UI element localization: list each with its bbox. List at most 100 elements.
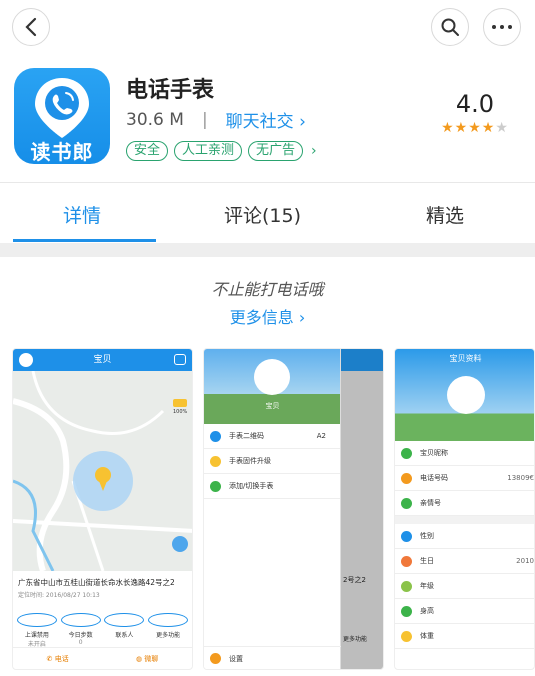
dot-icon [492, 25, 496, 29]
star-icon: ★ [441, 120, 455, 136]
rating-stars: ★★★★★ [432, 120, 518, 136]
app-icon[interactable]: 读书郎 [14, 68, 110, 164]
meta-separator: | [201, 109, 208, 130]
row-grade[interactable]: 年级 [395, 574, 534, 599]
dot-icon [500, 25, 504, 29]
s3-title: 宝贝资料 [449, 354, 482, 363]
menu-add-watch[interactable]: 添加/切换手表 [204, 474, 340, 499]
rating-value: 4.0 [455, 90, 495, 118]
star-empty-icon: ★ [495, 120, 509, 136]
s1-actions: 上课禁用 未开启 今日步数 0 联系人 更多功能 [13, 599, 192, 648]
more-info-label: 更多信息 [229, 308, 294, 327]
menu-qr-code[interactable]: 手表二维码 A2 [204, 424, 340, 449]
s1-address: 广东省中山市五桂山街道长命水长逸路42号之2 [18, 578, 175, 587]
menu-settings[interactable]: 设置 [204, 646, 341, 669]
row-birthday[interactable]: 生日 2010 [395, 549, 534, 574]
s1-header: 宝贝 [13, 349, 192, 371]
s3-gap [395, 516, 534, 524]
s1-map[interactable]: 100% [13, 371, 192, 571]
more-info-link[interactable]: 更多信息 › [0, 304, 535, 328]
tab-details[interactable]: 详情 [63, 201, 101, 228]
app-size: 30.6 M [126, 109, 184, 130]
row-height[interactable]: 身高 [395, 599, 534, 624]
star-icon: ★ [468, 120, 482, 136]
chat-icon [174, 354, 186, 365]
tab-comments[interactable]: 评论(15) [224, 201, 301, 228]
weight-icon [401, 630, 412, 642]
row-phone[interactable]: 电话号码 13809€ [395, 466, 534, 491]
star-icon: ★ [481, 120, 496, 136]
row-gender[interactable]: 性别 [395, 524, 534, 549]
back-button[interactable] [12, 8, 50, 46]
top-bar [0, 0, 535, 56]
heart-icon [401, 497, 412, 509]
qr-code-icon [210, 430, 221, 442]
app-name: 电话手表 [126, 78, 215, 103]
tag-safe: 安全 [126, 141, 169, 161]
action-contacts[interactable]: 联系人 [104, 613, 145, 648]
star-icon: ★ [454, 120, 469, 136]
chevron-left-icon [25, 17, 37, 37]
person-icon [104, 613, 145, 627]
app-category-link[interactable]: 聊天社交 › [226, 107, 306, 132]
action-class-disable[interactable]: 上课禁用 未开启 [16, 613, 57, 648]
app-tags[interactable]: 安全 人工亲测 无广告 › [126, 141, 317, 161]
screenshot-3[interactable]: 宝贝资料 宝贝昵称 电话号码 13809€ 亲情号 性别 生日 2010 年级 身高… [394, 348, 535, 670]
dot-icon [508, 25, 512, 29]
cake-icon [401, 555, 412, 567]
s1-chat-tab[interactable]: ◍ 微聊 [136, 654, 158, 664]
switch-icon [210, 480, 221, 492]
search-button[interactable] [431, 8, 469, 46]
row-family[interactable]: 亲情号 [395, 491, 534, 516]
screenshot-1[interactable]: 宝贝 100% 广东省中山市五桂山街道长命水长逸路42号之2 定位时间: 201… [12, 348, 193, 670]
s1-located-time: 定位时间: 2016/08/27 10:13 [18, 592, 100, 599]
action-more[interactable]: 更多功能 [148, 613, 189, 648]
tag-no-ads: 无广告 [248, 141, 304, 161]
more-button[interactable] [483, 8, 521, 46]
s2-peek-bar [341, 349, 383, 371]
s2-avatar-label: 宝贝 [265, 402, 280, 410]
active-tab-indicator [13, 239, 156, 242]
tab-bar: 详情 评论(15) 精选 [0, 183, 535, 243]
grade-icon [401, 580, 412, 592]
s3-header: 宝贝资料 [395, 349, 534, 441]
chat-bubble-icon: ◍ [136, 654, 143, 663]
s2-drawer: 宝贝 手表二维码 A2 手表固件升级 添加/切换手表 设置 [204, 349, 341, 669]
phone-icon: ✆ [46, 654, 53, 663]
search-icon [441, 18, 459, 36]
chevron-right-icon: › [311, 143, 317, 159]
s1-title: 宝贝 [93, 355, 112, 365]
tab-featured[interactable]: 精选 [426, 201, 464, 228]
app-rating: 4.0 ★★★★★ [432, 90, 518, 136]
row-nickname[interactable]: 宝贝昵称 [395, 441, 534, 466]
avatar [254, 359, 290, 395]
avatar-icon [19, 353, 33, 367]
app-info: 读书郎 电话手表 30.6 M | 聊天社交 › 安全 人工亲测 无广告 › 4… [0, 60, 535, 180]
app-category: 聊天社交 [225, 112, 294, 132]
gender-icon [401, 530, 412, 542]
height-icon [401, 605, 412, 617]
s2-peek-more: 更多功能 [343, 636, 368, 643]
description-slogan: 不止能打电话哦 [211, 280, 324, 299]
map-graphic [13, 371, 192, 571]
s2-peek-address: 2号之2 [343, 576, 366, 584]
settings-icon [210, 653, 221, 664]
screenshot-2[interactable]: 宝贝 手表二维码 A2 手表固件升级 添加/切换手表 设置 2号之2 更多功能 [203, 348, 384, 670]
plus-icon [148, 613, 189, 627]
tag-tested: 人工亲测 [174, 141, 243, 161]
s1-bottom-tabs: ✆ 电话 ◍ 微聊 [13, 647, 192, 669]
watch-icon [16, 613, 57, 627]
avatar [447, 376, 485, 414]
chevron-right-icon: › [299, 112, 306, 132]
shoe-icon [60, 613, 101, 627]
action-steps[interactable]: 今日步数 0 [60, 613, 101, 648]
phone-icon [401, 472, 412, 484]
menu-firmware[interactable]: 手表固件升级 [204, 449, 340, 474]
s2-peek: 2号之2 更多功能 [341, 349, 383, 669]
chevron-right-icon: › [298, 308, 306, 327]
upgrade-icon [210, 455, 221, 467]
nickname-icon [401, 447, 412, 459]
row-weight[interactable]: 体重 [395, 624, 534, 649]
battery-text: 100% [173, 409, 188, 415]
s1-call-tab[interactable]: ✆ 电话 [47, 654, 69, 664]
